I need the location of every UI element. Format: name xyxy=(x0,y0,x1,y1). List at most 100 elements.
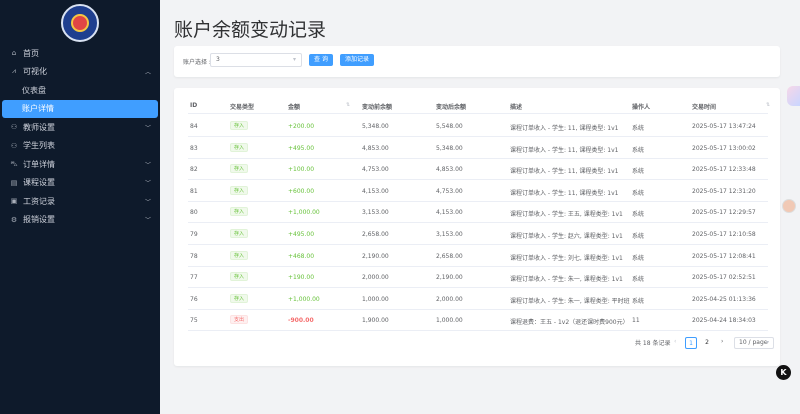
amount-cell: +200.00 xyxy=(288,123,315,130)
time-cell: 2025-05-17 12:33:48 xyxy=(692,166,756,174)
op-cell: 11 xyxy=(632,317,640,325)
assistant-tab[interactable] xyxy=(787,86,800,106)
time-cell: 2025-05-17 13:00:02 xyxy=(692,144,756,152)
query-button[interactable]: 查 询 xyxy=(309,54,333,66)
avatar[interactable] xyxy=(782,199,796,213)
after-cell: 5,348.00 xyxy=(436,144,463,152)
k-icon[interactable]: K xyxy=(776,365,791,380)
amount-cell: +468.00 xyxy=(288,252,315,260)
page-title: 账户余额变动记录 xyxy=(174,19,327,41)
after-cell: 4,153.00 xyxy=(436,209,463,217)
desc-cell: 课程退费：王五 - 1v2（退还课时费900元） xyxy=(510,319,629,327)
column-header[interactable]: ID xyxy=(190,102,197,109)
filter-card: 账户选择 : 3 ▾ 查 询 添加记录 xyxy=(174,46,780,77)
setting-icon: ⚙ xyxy=(10,215,18,224)
transaction-type-tag: 支出 xyxy=(230,315,249,325)
id-cell: 83 xyxy=(190,144,198,152)
logo xyxy=(61,4,99,42)
student-icon: ⚇ xyxy=(10,141,18,150)
account-select[interactable]: 3 ▾ xyxy=(210,53,302,67)
home-icon: ⌂ xyxy=(11,49,17,58)
sidebar-item-4[interactable]: ⚇ 教师设置 ﹀ xyxy=(0,118,160,137)
table-row[interactable]: 77 存入 +190.00 2,000.00 2,190.00 课程订单收入 - 学生: … xyxy=(188,266,768,289)
chevron-down-icon: ﹀ xyxy=(144,124,151,132)
amount-cell: +1,000.00 xyxy=(288,209,320,217)
account-select-value: 3 xyxy=(216,56,220,63)
amount-cell: -900.00 xyxy=(288,317,314,325)
amount-cell: +190.00 xyxy=(288,274,315,282)
column-header[interactable]: 交易类型 xyxy=(230,102,254,111)
total-count: 共 18 条记录 xyxy=(635,340,671,347)
desc-cell: 课程订单收入 - 学生: 11, 课程类型: 1v1 xyxy=(510,146,619,154)
transaction-type-tag: 存入 xyxy=(230,185,249,195)
op-cell: 系统 xyxy=(632,233,645,240)
column-header[interactable]: 变动后余额 xyxy=(436,102,466,111)
book-icon: ▤ xyxy=(10,178,18,187)
desc-cell: 课程订单收入 - 学生: 刘七, 课程类型: 1v1 xyxy=(510,254,623,262)
sidebar-item-9[interactable]: ⚙ 报销设置 ﹀ xyxy=(0,211,160,230)
table-row[interactable]: 75 支出 -900.00 1,900.00 1,000.00 课程退费：王五 - 1v2… xyxy=(188,309,768,332)
sidebar-item-label: 首页 xyxy=(23,48,39,58)
add-record-button[interactable]: 添加记录 xyxy=(340,54,374,66)
transaction-type-tag: 存入 xyxy=(230,272,249,282)
table-row[interactable]: 78 存入 +468.00 2,190.00 2,658.00 课程订单收入 - 学生: … xyxy=(188,245,768,267)
next-page-button[interactable]: › xyxy=(721,338,723,345)
records-card: ID 交易类型 金额 变动前余额 变动后余额 描述 操作人 交易时间 ⇅ ⇅ 84 存入 +200.0… xyxy=(174,88,780,366)
op-cell: 系统 xyxy=(632,125,645,132)
transaction-type-tag: 存入 xyxy=(230,250,249,260)
column-header[interactable]: 操作人 xyxy=(632,102,650,111)
table-row[interactable]: 84 存入 +200.00 5,348.00 5,548.00 课程订单收入 - 学生: … xyxy=(188,115,768,137)
sidebar-item-label: 账户详情 xyxy=(22,104,54,114)
table-row[interactable]: 81 存入 +600.00 4,153.00 4,753.00 课程订单收入 - 学生: … xyxy=(188,180,768,202)
sidebar-item-7[interactable]: ▤ 课程设置 ﹀ xyxy=(0,174,160,193)
transaction-type-tag: 存入 xyxy=(230,229,249,238)
id-cell: 78 xyxy=(190,252,198,260)
wallet-icon: ▣ xyxy=(10,197,18,206)
op-cell: 系统 xyxy=(632,297,645,305)
sidebar-item-3[interactable]: 账户详情 xyxy=(2,99,158,118)
table-row[interactable]: 79 存入 +495.00 2,658.00 3,153.00 课程订单收入 - 学生: … xyxy=(188,223,768,245)
after-cell: 4,853.00 xyxy=(436,166,463,174)
page-size-select[interactable]: 10 / page ▾ xyxy=(734,337,774,349)
table-row[interactable]: 83 存入 +495.00 4,853.00 5,348.00 课程订单收入 - 学生: … xyxy=(188,137,768,159)
prev-page-button[interactable]: ‹ xyxy=(674,338,676,345)
after-cell: 3,153.00 xyxy=(436,231,463,238)
op-cell: 系统 xyxy=(632,146,645,154)
sidebar-item-0[interactable]: ⌂ 首页 xyxy=(0,44,160,63)
id-cell: 76 xyxy=(190,295,198,303)
table-row[interactable]: 82 存入 +100.00 4,753.00 4,853.00 课程订单收入 - 学生: … xyxy=(188,158,768,181)
table-header: ID 交易类型 金额 变动前余额 变动后余额 描述 操作人 交易时间 ⇅ ⇅ xyxy=(188,96,770,114)
column-header[interactable]: 交易时间 xyxy=(692,102,716,111)
logo-emblem xyxy=(71,14,89,32)
column-header[interactable]: 描述 xyxy=(510,102,522,111)
after-cell: 4,753.00 xyxy=(436,187,463,195)
cart-icon: ⛍ xyxy=(10,159,18,168)
page-2-button[interactable]: 2 xyxy=(701,337,713,349)
sidebar-item-label: 可视化 xyxy=(23,67,47,77)
sidebar-item-8[interactable]: ▣ 工资记录 ﹀ xyxy=(0,192,160,211)
time-cell: 2025-04-25 01:13:36 xyxy=(692,295,756,303)
desc-cell: 课程订单收入 - 学生: 11, 课程类型: 1v1 xyxy=(510,168,619,176)
table-row[interactable]: 76 存入 +1,000.00 1,000.00 2,000.00 课程订单收入 - 学生… xyxy=(188,288,768,310)
desc-cell: 课程订单收入 - 学生: 11, 课程类型: 1v1 xyxy=(510,189,619,197)
sidebar-item-5[interactable]: ⚇ 学生列表 xyxy=(0,137,160,156)
page-1-button[interactable]: 1 xyxy=(685,337,697,349)
chevron-down-icon: ▾ xyxy=(765,339,769,346)
sidebar-item-2[interactable]: 仪表盘 xyxy=(0,81,160,100)
id-cell: 79 xyxy=(190,231,198,238)
amount-cell: +495.00 xyxy=(288,144,315,152)
id-cell: 84 xyxy=(190,123,198,130)
transaction-type-tag: 存入 xyxy=(230,142,249,152)
sidebar-item-1[interactable]: ⩘ 可视化 ︿ xyxy=(0,63,160,82)
before-cell: 4,153.00 xyxy=(362,187,389,195)
amount-cell: +600.00 xyxy=(288,187,315,195)
op-cell: 系统 xyxy=(632,276,645,284)
sort-icon[interactable]: ⇅ xyxy=(766,102,770,108)
column-header[interactable]: 变动前余额 xyxy=(362,102,392,111)
sidebar-item-6[interactable]: ⛍ 订单详情 ﹀ xyxy=(0,155,160,174)
column-header[interactable]: 金额 xyxy=(288,102,300,111)
chevron-up-icon: ︿ xyxy=(144,69,151,77)
sort-icon[interactable]: ⇅ xyxy=(346,102,350,108)
before-cell: 1,900.00 xyxy=(362,317,389,325)
table-row[interactable]: 80 存入 +1,000.00 3,153.00 4,153.00 课程订单收入 - 学生… xyxy=(188,201,768,224)
